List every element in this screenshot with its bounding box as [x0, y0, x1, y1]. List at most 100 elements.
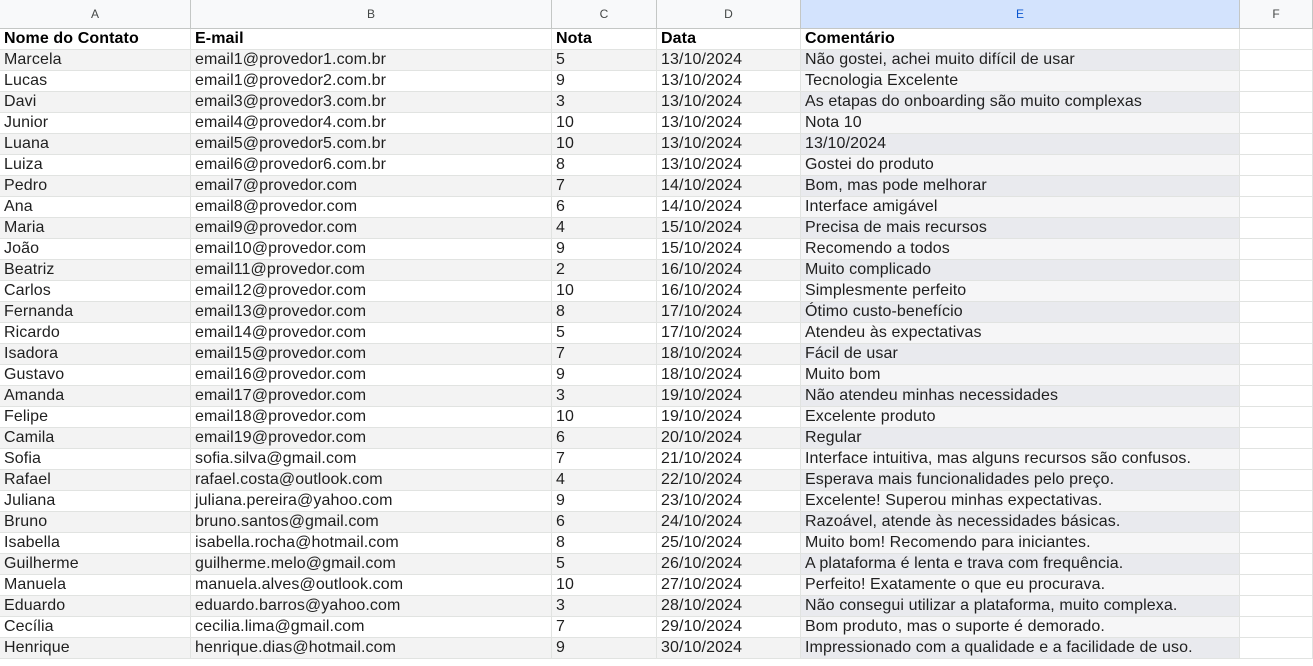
- cell-data[interactable]: 13/10/2024: [657, 92, 801, 112]
- cell-comentario[interactable]: Muito bom: [801, 365, 1240, 385]
- cell-nota[interactable]: 10: [552, 575, 657, 595]
- cell-email[interactable]: email12@provedor.com: [191, 281, 552, 301]
- cell-data[interactable]: 25/10/2024: [657, 533, 801, 553]
- cell-email[interactable]: email9@provedor.com: [191, 218, 552, 238]
- column-header-b[interactable]: B: [191, 0, 552, 28]
- cell-name[interactable]: Camila: [0, 428, 191, 448]
- cell-email[interactable]: email11@provedor.com: [191, 260, 552, 280]
- cell-email[interactable]: isabella.rocha@hotmail.com: [191, 533, 552, 553]
- cell-data[interactable]: 19/10/2024: [657, 407, 801, 427]
- cell-nota[interactable]: 7: [552, 344, 657, 364]
- empty-cell[interactable]: [1240, 491, 1313, 511]
- cell-data[interactable]: 17/10/2024: [657, 323, 801, 343]
- cell-comentario[interactable]: Não atendeu minhas necessidades: [801, 386, 1240, 406]
- empty-cell[interactable]: [1240, 617, 1313, 637]
- header-cell-email[interactable]: E-mail: [191, 29, 552, 49]
- cell-email[interactable]: email14@provedor.com: [191, 323, 552, 343]
- cell-nota[interactable]: 7: [552, 617, 657, 637]
- cell-data[interactable]: 24/10/2024: [657, 512, 801, 532]
- cell-data[interactable]: 16/10/2024: [657, 281, 801, 301]
- cell-comentario[interactable]: Bom, mas pode melhorar: [801, 176, 1240, 196]
- cell-data[interactable]: 14/10/2024: [657, 176, 801, 196]
- cell-comentario[interactable]: Não consegui utilizar a plataforma, muit…: [801, 596, 1240, 616]
- column-header-d[interactable]: D: [657, 0, 801, 28]
- cell-nota[interactable]: 10: [552, 407, 657, 427]
- empty-cell[interactable]: [1240, 323, 1313, 343]
- cell-email[interactable]: email8@provedor.com: [191, 197, 552, 217]
- cell-name[interactable]: Junior: [0, 113, 191, 133]
- cell-name[interactable]: Bruno: [0, 512, 191, 532]
- cell-comentario[interactable]: Impressionado com a qualidade e a facili…: [801, 638, 1240, 658]
- cell-email[interactable]: email1@provedor2.com.br: [191, 71, 552, 91]
- empty-cell[interactable]: [1240, 50, 1313, 70]
- column-header-e[interactable]: E: [801, 0, 1240, 28]
- cell-email[interactable]: email15@provedor.com: [191, 344, 552, 364]
- cell-comentario[interactable]: Gostei do produto: [801, 155, 1240, 175]
- empty-cell[interactable]: [1240, 176, 1313, 196]
- empty-cell[interactable]: [1240, 155, 1313, 175]
- cell-nota[interactable]: 5: [552, 323, 657, 343]
- cell-nota[interactable]: 9: [552, 638, 657, 658]
- cell-nota[interactable]: 9: [552, 491, 657, 511]
- empty-cell[interactable]: [1240, 449, 1313, 469]
- header-cell-data[interactable]: Data: [657, 29, 801, 49]
- cell-data[interactable]: 19/10/2024: [657, 386, 801, 406]
- cell-comentario[interactable]: Não gostei, achei muito difícil de usar: [801, 50, 1240, 70]
- cell-comentario[interactable]: Esperava mais funcionalidades pelo preço…: [801, 470, 1240, 490]
- cell-nota[interactable]: 6: [552, 197, 657, 217]
- cell-name[interactable]: Lucas: [0, 71, 191, 91]
- cell-nota[interactable]: 3: [552, 596, 657, 616]
- cell-data[interactable]: 17/10/2024: [657, 302, 801, 322]
- cell-name[interactable]: Maria: [0, 218, 191, 238]
- empty-cell[interactable]: [1240, 113, 1313, 133]
- empty-cell[interactable]: [1240, 533, 1313, 553]
- cell-name[interactable]: Ana: [0, 197, 191, 217]
- cell-email[interactable]: email17@provedor.com: [191, 386, 552, 406]
- cell-data[interactable]: 13/10/2024: [657, 50, 801, 70]
- cell-comentario[interactable]: Perfeito! Exatamente o que eu procurava.: [801, 575, 1240, 595]
- cell-comentario[interactable]: Simplesmente perfeito: [801, 281, 1240, 301]
- cell-email[interactable]: henrique.dias@hotmail.com: [191, 638, 552, 658]
- empty-cell[interactable]: [1240, 512, 1313, 532]
- cell-comentario[interactable]: Razoável, atende às necessidades básicas…: [801, 512, 1240, 532]
- cell-comentario[interactable]: Excelente! Superou minhas expectativas.: [801, 491, 1240, 511]
- empty-cell[interactable]: [1240, 197, 1313, 217]
- cell-name[interactable]: Henrique: [0, 638, 191, 658]
- cell-email[interactable]: email5@provedor5.com.br: [191, 134, 552, 154]
- cell-comentario[interactable]: 13/10/2024: [801, 134, 1240, 154]
- cell-nota[interactable]: 9: [552, 365, 657, 385]
- cell-comentario[interactable]: Atendeu às expectativas: [801, 323, 1240, 343]
- cell-email[interactable]: juliana.pereira@yahoo.com: [191, 491, 552, 511]
- cell-name[interactable]: Eduardo: [0, 596, 191, 616]
- cell-name[interactable]: Pedro: [0, 176, 191, 196]
- cell-data[interactable]: 23/10/2024: [657, 491, 801, 511]
- cell-comentario[interactable]: As etapas do onboarding são muito comple…: [801, 92, 1240, 112]
- cell-data[interactable]: 13/10/2024: [657, 113, 801, 133]
- cell-data[interactable]: 16/10/2024: [657, 260, 801, 280]
- cell-email[interactable]: email13@provedor.com: [191, 302, 552, 322]
- cell-data[interactable]: 13/10/2024: [657, 71, 801, 91]
- empty-cell[interactable]: [1240, 260, 1313, 280]
- cell-data[interactable]: 29/10/2024: [657, 617, 801, 637]
- cell-comentario[interactable]: Regular: [801, 428, 1240, 448]
- cell-name[interactable]: Manuela: [0, 575, 191, 595]
- cell-nota[interactable]: 8: [552, 533, 657, 553]
- cell-data[interactable]: 13/10/2024: [657, 155, 801, 175]
- empty-cell[interactable]: [1240, 302, 1313, 322]
- cell-nota[interactable]: 3: [552, 92, 657, 112]
- cell-email[interactable]: eduardo.barros@yahoo.com: [191, 596, 552, 616]
- cell-name[interactable]: Marcela: [0, 50, 191, 70]
- cell-nota[interactable]: 7: [552, 449, 657, 469]
- cell-email[interactable]: cecilia.lima@gmail.com: [191, 617, 552, 637]
- cell-name[interactable]: Luana: [0, 134, 191, 154]
- cell-email[interactable]: email7@provedor.com: [191, 176, 552, 196]
- cell-name[interactable]: Rafael: [0, 470, 191, 490]
- cell-email[interactable]: email6@provedor6.com.br: [191, 155, 552, 175]
- cell-name[interactable]: Amanda: [0, 386, 191, 406]
- cell-nota[interactable]: 10: [552, 281, 657, 301]
- cell-nota[interactable]: 6: [552, 428, 657, 448]
- cell-email[interactable]: email4@provedor4.com.br: [191, 113, 552, 133]
- cell-nota[interactable]: 9: [552, 239, 657, 259]
- empty-cell[interactable]: [1240, 554, 1313, 574]
- cell-comentario[interactable]: Muito complicado: [801, 260, 1240, 280]
